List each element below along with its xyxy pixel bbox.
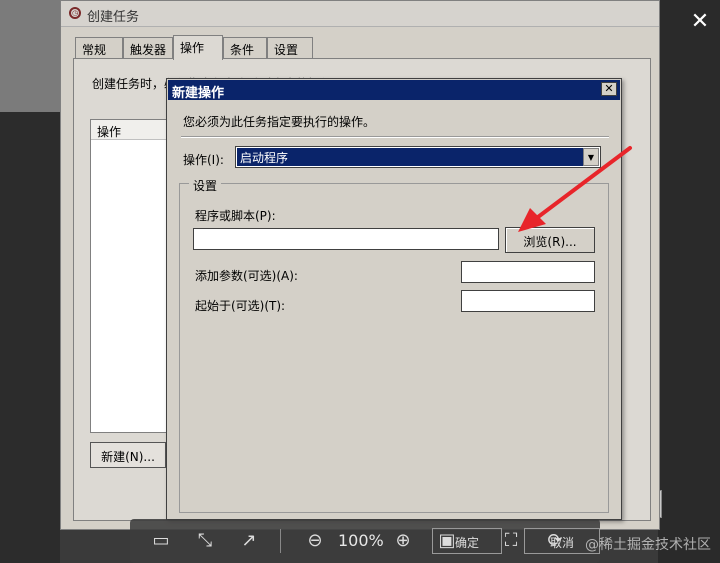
tab-conditions[interactable]: 条件 [223, 37, 267, 59]
tab-general[interactable]: 常规 [75, 37, 123, 59]
program-label: 程序或脚本(P): [195, 209, 276, 223]
arguments-label: 添加参数(可选)(A): [195, 269, 298, 283]
tab-actions[interactable]: 操作 [173, 35, 223, 60]
create-task-title: 创建任务 [87, 10, 140, 25]
background-right-panel [658, 0, 720, 563]
new-action-button[interactable]: 新建(N)... [90, 442, 166, 468]
actions-column-header[interactable]: 操作 [91, 120, 169, 140]
fit-screen-icon[interactable]: ⤡ [194, 531, 216, 551]
share-icon[interactable]: ↗ [238, 531, 260, 551]
toolbar-divider [280, 529, 281, 553]
new-action-titlebar: 新建操作 ✕ [168, 80, 620, 101]
save-icon[interactable]: ▭ [150, 531, 172, 551]
actions-list[interactable]: 操作 [90, 119, 170, 433]
background-left-top [0, 0, 60, 112]
fullscreen-icon[interactable]: ⛶ [500, 531, 522, 551]
zoom-out-icon[interactable]: ⊖ [304, 531, 326, 551]
dialog-description: 您必须为此任务指定要执行的操作。 [183, 115, 376, 129]
viewer-close-icon[interactable]: ✕ [686, 8, 714, 36]
task-scheduler-icon: ◷ [69, 7, 81, 19]
zoom-in-icon[interactable]: ⊕ [392, 531, 414, 551]
annotation-arrow [518, 146, 632, 232]
create-task-titlebar: ◷ 创建任务 [61, 1, 659, 27]
settings-legend: 设置 [189, 177, 222, 194]
dialog-close-icon[interactable]: ✕ [601, 82, 617, 96]
new-action-title: 新建操作 [172, 86, 225, 101]
arguments-input[interactable] [461, 261, 595, 283]
ok-button[interactable]: 确定 [432, 528, 502, 554]
zoom-level: 100% [338, 531, 384, 550]
tab-triggers[interactable]: 触发器 [123, 37, 173, 59]
program-input[interactable] [193, 228, 499, 250]
start-in-label: 起始于(可选)(T): [195, 299, 286, 313]
watermark: @稀土掘金技术社区 [585, 537, 711, 553]
tab-settings[interactable]: 设置 [267, 37, 313, 59]
action-label: 操作(I): [183, 153, 224, 167]
dialog-separator [181, 136, 609, 138]
start-in-input[interactable] [461, 290, 595, 312]
